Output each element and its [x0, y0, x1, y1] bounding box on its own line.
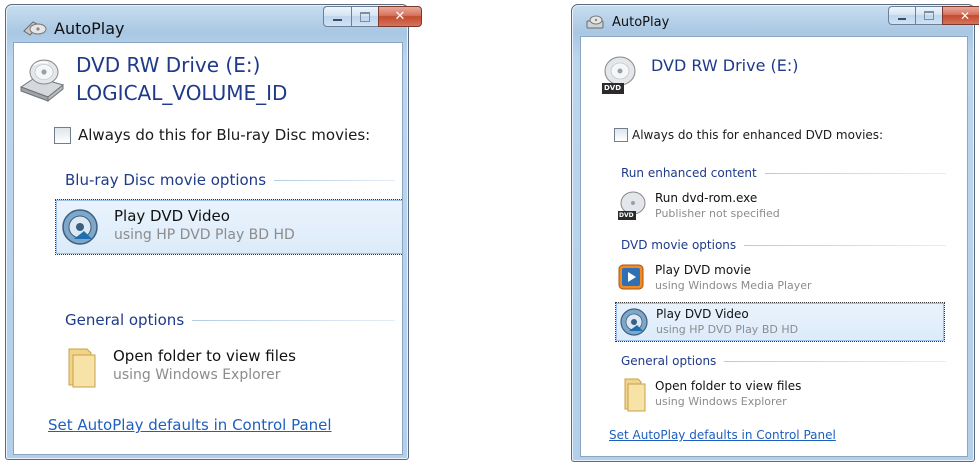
section-enhanced-content: Run enhanced content	[621, 165, 946, 181]
media-player-icon	[618, 264, 644, 290]
section-label: General options	[65, 311, 185, 329]
close-icon: ✕	[394, 9, 406, 24]
autoplay-window-right: AutoPlay ✕ DVD DVD RW Drive (E:) Always …	[571, 4, 979, 462]
open-folder-option[interactable]: Open folder to view files using Windows …	[55, 341, 385, 397]
section-divider	[192, 319, 395, 321]
play-dvd-movie-subtitle: using Windows Media Player	[655, 279, 812, 292]
drive-name: DVD RW Drive (E:)	[76, 53, 261, 77]
maximize-button[interactable]	[351, 6, 378, 27]
section-divider	[764, 172, 946, 174]
run-dvd-rom-title: Run dvd-rom.exe	[655, 191, 758, 205]
play-dvd-video-title: Play DVD Video	[114, 207, 230, 225]
section-bluray-options: Blu-ray Disc movie options	[65, 170, 395, 190]
close-button[interactable]: ✕	[378, 6, 422, 27]
window-title: AutoPlay	[612, 15, 670, 30]
open-folder-subtitle: using Windows Explorer	[113, 367, 281, 383]
maximize-icon	[924, 11, 934, 20]
folder-icon	[623, 377, 647, 413]
section-general-options: General options	[621, 353, 946, 369]
hp-dvd-play-icon	[60, 207, 100, 247]
run-dvd-rom-subtitle: Publisher not specified	[655, 207, 780, 220]
control-panel-link[interactable]: Set AutoPlay defaults in Control Panel	[48, 416, 332, 434]
dvd-disc-icon: DVD	[617, 189, 647, 223]
window-title: AutoPlay	[54, 19, 125, 38]
volume-id: LOGICAL_VOLUME_ID	[76, 81, 288, 105]
always-do-this-checkbox[interactable]	[614, 128, 628, 142]
title-bar[interactable]: AutoPlay ✕	[6, 5, 422, 43]
autoplay-icon	[22, 17, 48, 39]
hp-dvd-play-icon	[619, 307, 649, 337]
dvd-drive-icon	[18, 55, 66, 103]
window-controls: ✕	[888, 6, 979, 25]
play-dvd-movie-option[interactable]: Play DVD movie using Windows Media Playe…	[615, 259, 945, 299]
drive-name: DVD RW Drive (E:)	[651, 56, 799, 75]
dvd-icon-label: DVD	[604, 84, 622, 92]
run-dvd-rom-option[interactable]: DVD Run dvd-rom.exe Publisher not specif…	[615, 187, 945, 227]
minimize-button[interactable]	[888, 6, 915, 25]
section-label: DVD movie options	[621, 238, 737, 252]
section-label: General options	[621, 354, 717, 368]
autoplay-icon	[585, 13, 605, 31]
open-folder-option[interactable]: Open folder to view files using Windows …	[615, 375, 945, 415]
section-label: Run enhanced content	[621, 166, 757, 180]
open-folder-title: Open folder to view files	[113, 347, 296, 365]
play-dvd-movie-title: Play DVD movie	[655, 263, 751, 277]
always-do-this-label[interactable]: Always do this for enhanced DVD movies:	[632, 128, 883, 142]
maximize-icon	[360, 11, 370, 22]
open-folder-title: Open folder to view files	[655, 379, 802, 393]
section-divider	[724, 360, 946, 362]
section-divider	[744, 244, 946, 246]
close-button[interactable]: ✕	[942, 6, 979, 25]
close-icon: ✕	[959, 8, 971, 23]
section-divider	[274, 179, 395, 181]
always-do-this-label[interactable]: Always do this for Blu-ray Disc movies:	[78, 126, 370, 144]
autoplay-window-left: AutoPlay ✕ DVD RW Drive (E:) LOGICAL_VOL…	[5, 4, 422, 460]
play-dvd-video-subtitle: using HP DVD Play BD HD	[114, 227, 295, 243]
minimize-button[interactable]	[323, 6, 351, 27]
section-general-options: General options	[65, 310, 395, 330]
window-controls: ✕	[323, 6, 422, 27]
title-bar[interactable]: AutoPlay ✕	[572, 5, 979, 35]
always-do-this-checkbox[interactable]	[54, 127, 71, 144]
section-dvd-movie-options: DVD movie options	[621, 237, 946, 253]
folder-icon	[65, 345, 99, 389]
dialog-body: DVD DVD RW Drive (E:) Always do this for…	[580, 36, 968, 457]
minimize-icon	[898, 17, 906, 20]
play-dvd-video-title: Play DVD Video	[656, 307, 749, 321]
open-folder-subtitle: using Windows Explorer	[655, 395, 787, 408]
play-dvd-video-option[interactable]: Play DVD Video using HP DVD Play BD HD	[615, 302, 945, 342]
dvd-drive-icon: DVD	[601, 53, 639, 97]
section-label: Blu-ray Disc movie options	[65, 171, 267, 189]
minimize-icon	[333, 19, 342, 21]
dvd-icon-label: DVD	[619, 212, 634, 219]
dialog-body: DVD RW Drive (E:) LOGICAL_VOLUME_ID Alwa…	[13, 42, 403, 455]
control-panel-link[interactable]: Set AutoPlay defaults in Control Panel	[609, 428, 836, 442]
play-dvd-video-option[interactable]: Play DVD Video using HP DVD Play BD HD	[55, 199, 402, 255]
play-dvd-video-subtitle: using HP DVD Play BD HD	[656, 323, 799, 336]
maximize-button[interactable]	[915, 6, 942, 25]
